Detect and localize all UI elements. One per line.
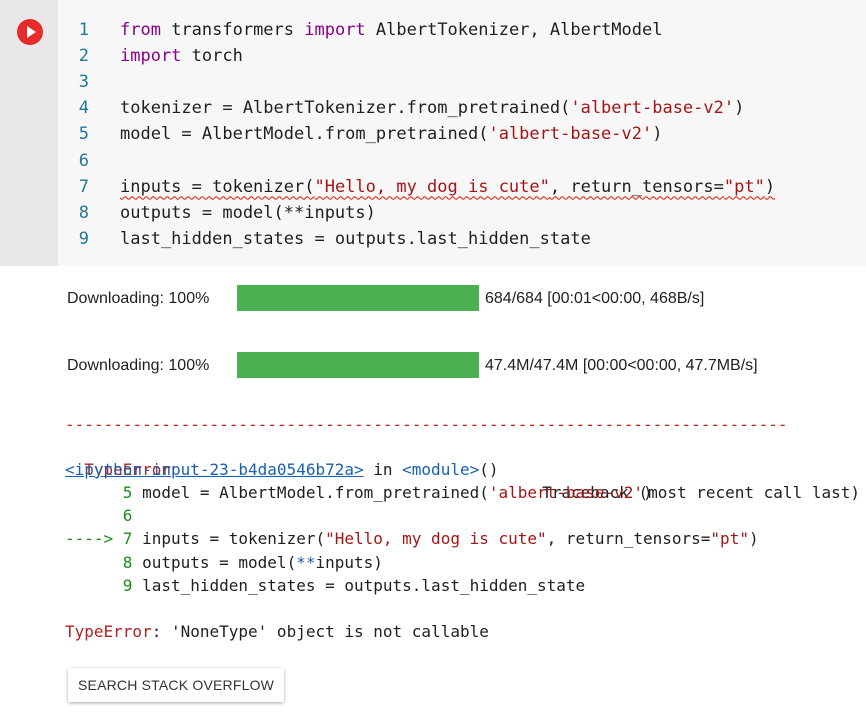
download-label: Downloading: 100%: [67, 290, 210, 307]
line-prefix: [65, 483, 123, 502]
progress-bar: [237, 352, 479, 378]
traceback-line: 6: [65, 504, 133, 527]
search-stack-overflow-button[interactable]: SEARCH STACK OVERFLOW: [68, 668, 285, 702]
download-stats: 684/684 [00:01<00:00, 468B/s]: [485, 290, 705, 307]
line-prefix: [65, 506, 123, 525]
progress-fill: [237, 352, 479, 378]
line-number: 8: [78, 202, 89, 223]
traceback-line-number: 7: [122, 529, 133, 549]
code-token: ): [652, 124, 663, 145]
code-text: tokenizer = AlbertTokenizer.from_pretrai…: [120, 95, 744, 121]
line-number: 7: [78, 176, 89, 197]
code-token: inputs): [315, 552, 383, 572]
code-token: model = AlbertModel.from_pretrained(: [120, 124, 489, 145]
traceback-location: <ipython-input-23-b4da0546b72a> in <modu…: [65, 458, 498, 481]
line-number: 2: [78, 46, 89, 67]
code-cell[interactable]: 1 from transformers import AlbertTokenize…: [0, 0, 866, 266]
code-token: model = AlbertModel.from_pretrained(: [132, 483, 489, 502]
download-stats: 47.4M/47.4M [00:00<00:00, 47.7MB/s]: [485, 357, 758, 374]
traceback-line-number: 9: [122, 575, 133, 595]
line-prefix: [65, 576, 123, 595]
traceback-line: 5 model = AlbertModel.from_pretrained('a…: [65, 481, 653, 504]
traceback-line: ----> 7 inputs = tokenizer("Hello, my do…: [65, 527, 759, 550]
code-text: inputs = tokenizer("Hello, my dog is cut…: [120, 174, 775, 200]
code-text: from transformers import AlbertTokenizer…: [120, 17, 662, 43]
code-token: **: [296, 552, 316, 572]
code-token: import: [120, 46, 182, 67]
code-text: last_hidden_states = outputs.last_hidden…: [120, 226, 591, 252]
line-number: 4: [78, 98, 89, 119]
code-token: 'albert-base-v2': [570, 98, 735, 119]
traceback-line-number: 6: [122, 506, 133, 526]
traceback-line: 9 last_hidden_states = outputs.last_hidd…: [65, 574, 585, 597]
code-text: model = AlbertModel.from_pretrained('alb…: [120, 121, 662, 147]
code-token: last_hidden_states = outputs.last_hidden…: [120, 228, 591, 249]
line-number: 9: [78, 228, 89, 249]
final-error-type: TypeError: [65, 622, 152, 641]
code-token: outputs = model(: [132, 552, 297, 572]
code-token: inputs = tokenizer(: [132, 529, 326, 549]
code-token: transformers: [160, 20, 305, 40]
module-name: <module>: [402, 460, 480, 479]
code-token: "Hello, my dog is cute": [314, 176, 550, 197]
code-token: ): [734, 98, 745, 119]
traceback-line-number: 5: [122, 483, 133, 502]
line-prefix: [65, 553, 123, 572]
code-token: ): [748, 529, 759, 549]
final-error: TypeError: 'NoneType' object is not call…: [65, 620, 489, 643]
progress-fill: [237, 285, 479, 311]
code-token: tokenizer = AlbertTokenizer.from_pretrai…: [120, 98, 571, 119]
code-token: AlbertTokenizer, AlbertModel: [365, 20, 663, 40]
line-number: 6: [78, 150, 89, 171]
module-suffix: (): [479, 460, 499, 479]
download-label: Downloading: 100%: [67, 357, 210, 374]
code-token: inputs = tokenizer(: [120, 176, 315, 197]
line-number: 3: [78, 72, 89, 93]
code-token: torch: [181, 46, 243, 67]
line-number: 1: [78, 20, 89, 40]
ipython-input-link[interactable]: <ipython-input-23-b4da0546b72a>: [65, 460, 364, 479]
code-token: 'albert-base-v2': [488, 483, 643, 502]
final-error-message: : 'NoneType' object is not callable: [151, 622, 489, 641]
code-token: "pt": [710, 529, 749, 549]
traceback-divider: ----------------------------------------…: [65, 415, 788, 434]
line-prefix: ---->: [65, 529, 123, 549]
code-token: ): [764, 176, 776, 197]
code-token: last_hidden_states = outputs.last_hidden…: [132, 575, 586, 595]
progress-bar: [237, 285, 479, 311]
code-text: import torch: [120, 43, 243, 69]
code-token: 'albert-base-v2': [488, 124, 653, 145]
in-text: in: [363, 460, 403, 479]
code-text: outputs = model(**inputs): [120, 200, 376, 226]
code-token: outputs = model(**inputs): [120, 202, 376, 223]
traceback-line: 8 outputs = model(**inputs): [65, 551, 383, 574]
line-number: 5: [78, 124, 89, 145]
cell-gutter: [0, 0, 58, 266]
code-token: from: [120, 20, 161, 40]
code-token: "pt": [723, 176, 765, 197]
code-token: ): [642, 483, 653, 502]
traceback-line-number: 8: [122, 552, 133, 572]
code-token: import: [304, 20, 366, 40]
code-editor[interactable]: 1 from transformers import AlbertTokenize…: [58, 0, 866, 266]
play-circle-icon[interactable]: [17, 19, 43, 45]
code-token: , return_tensors=: [549, 176, 724, 197]
code-token: , return_tensors=: [546, 529, 711, 549]
code-token: "Hello, my dog is cute": [325, 529, 547, 549]
